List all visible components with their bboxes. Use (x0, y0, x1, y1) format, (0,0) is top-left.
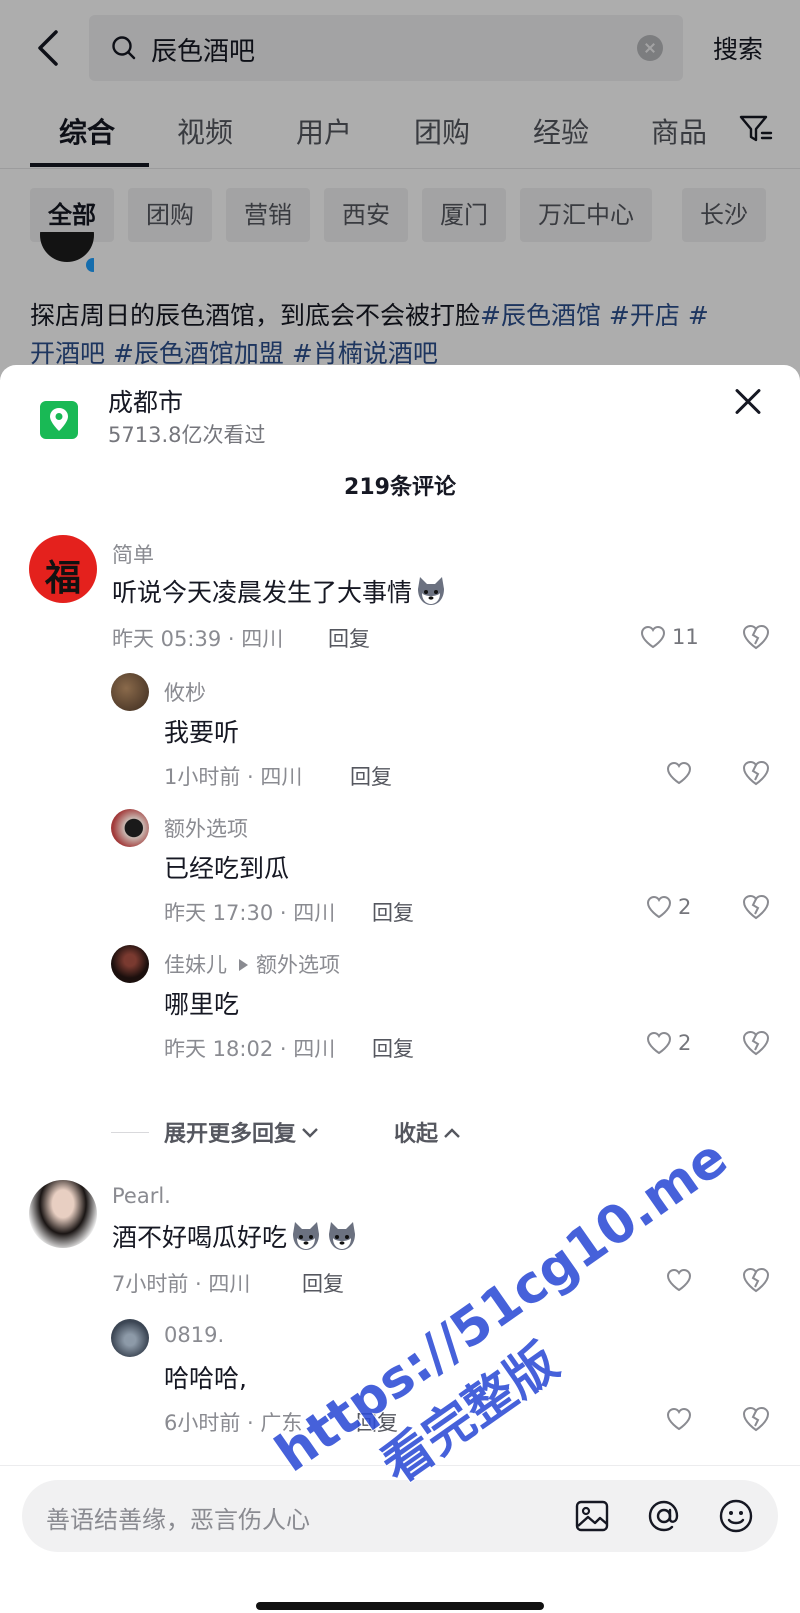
chevron-up-icon (444, 1128, 460, 1138)
dislike-heart-icon[interactable] (742, 1029, 770, 1057)
comment-body: 听说今天凌晨发生了大事情 (112, 578, 413, 607)
image-icon[interactable] (574, 1498, 610, 1534)
comment-author[interactable]: Pearl. (112, 1184, 171, 1208)
like-button[interactable] (666, 1405, 692, 1433)
avatar-badge: 福 (44, 557, 81, 599)
comment-count: 219条评论 (344, 475, 456, 500)
comment-text: 听说今天凌晨发生了大事情 (112, 573, 448, 609)
heart-icon (666, 761, 692, 785)
dislike-heart-icon[interactable] (742, 893, 770, 921)
like-button[interactable]: 11 (640, 623, 699, 651)
like-count: 2 (678, 1031, 692, 1055)
comment-input-placeholder: 善语结善缘，恶言伤人心 (46, 1506, 310, 1534)
comment-author[interactable]: 简单 (112, 539, 154, 569)
comment-author-name[interactable]: 佳妹儿 (164, 953, 227, 977)
comment-text: 我要听 (164, 718, 240, 747)
collapse-label: 收起 (394, 1122, 439, 1147)
heart-icon (666, 1407, 692, 1431)
avatar[interactable] (29, 1180, 97, 1248)
heart-icon (640, 625, 666, 649)
search-results-page: 辰色酒吧 搜索 综合 视频 用户 团购 经验 商品 全部 团购 营销 西安 厦门… (0, 0, 800, 1613)
like-button[interactable] (666, 759, 692, 787)
comment-author: 佳妹儿 额外选项 (164, 949, 340, 979)
husky-emoji-icon (329, 1222, 356, 1250)
reply-button[interactable]: 回复 (302, 1268, 344, 1298)
emoji-icon[interactable] (718, 1498, 754, 1534)
comment-text: 哪里吃 (164, 990, 240, 1019)
comment-time: 昨天 05:39 · 四川 (112, 627, 284, 651)
reply-arrow-icon (239, 959, 248, 971)
expand-more-label: 展开更多回复 (164, 1122, 297, 1147)
reply-button[interactable]: 回复 (350, 761, 392, 791)
comment-author[interactable]: 额外选项 (164, 813, 248, 843)
avatar[interactable] (111, 809, 149, 847)
reply-button[interactable]: 回复 (372, 1033, 414, 1063)
heart-icon (646, 895, 672, 919)
comment-body: 酒不好喝瓜好吃 (112, 1223, 288, 1252)
comment-time: 昨天 17:30 · 四川 (164, 901, 336, 925)
location-pin-icon (40, 401, 78, 439)
comment-author[interactable]: 攸杪 (164, 677, 206, 707)
dislike-heart-icon[interactable] (742, 1266, 770, 1294)
dislike-heart-icon[interactable] (742, 1405, 770, 1433)
like-count: 2 (678, 895, 692, 919)
collapse-replies[interactable]: 收起 (394, 1116, 462, 1148)
heart-icon (646, 1031, 672, 1055)
divider (111, 1132, 149, 1133)
reply-button[interactable]: 回复 (372, 897, 414, 927)
comment-time: 1小时前 · 四川 (164, 765, 303, 789)
avatar[interactable] (111, 945, 149, 983)
comment-author[interactable]: 0819. (164, 1323, 224, 1347)
comment-text: 酒不好喝瓜好吃 (112, 1218, 359, 1254)
search-page-background: 辰色酒吧 搜索 综合 视频 用户 团购 经验 商品 全部 团购 营销 西安 厦门… (0, 0, 800, 380)
close-icon[interactable] (733, 387, 763, 417)
comment-text: 哈哈哈, (164, 1364, 247, 1393)
dislike-heart-icon[interactable] (742, 759, 770, 787)
husky-emoji-icon (293, 1222, 320, 1250)
like-button[interactable]: 2 (646, 893, 691, 921)
reply-to-author[interactable]: 额外选项 (256, 953, 340, 977)
husky-emoji-icon (418, 577, 445, 605)
dislike-heart-icon[interactable] (742, 623, 770, 651)
comment-time: 7小时前 · 四川 (112, 1272, 251, 1296)
reply-button[interactable]: 回复 (328, 623, 370, 653)
avatar[interactable]: 福 (29, 535, 97, 603)
chevron-down-icon (302, 1128, 318, 1138)
avatar[interactable] (111, 673, 149, 711)
like-button[interactable]: 2 (646, 1029, 691, 1057)
at-icon[interactable] (646, 1498, 682, 1534)
location-name[interactable]: 成都市 (108, 383, 183, 419)
home-indicator (256, 1602, 544, 1610)
like-count: 11 (672, 625, 699, 649)
expand-more-replies[interactable]: 展开更多回复 (164, 1116, 320, 1148)
location-views: 5713.8亿次看过 (108, 423, 266, 447)
comment-text: 已经吃到瓜 (164, 854, 290, 883)
modal-backdrop[interactable] (0, 0, 800, 380)
avatar[interactable] (111, 1319, 149, 1357)
comment-time: 昨天 18:02 · 四川 (164, 1037, 336, 1061)
